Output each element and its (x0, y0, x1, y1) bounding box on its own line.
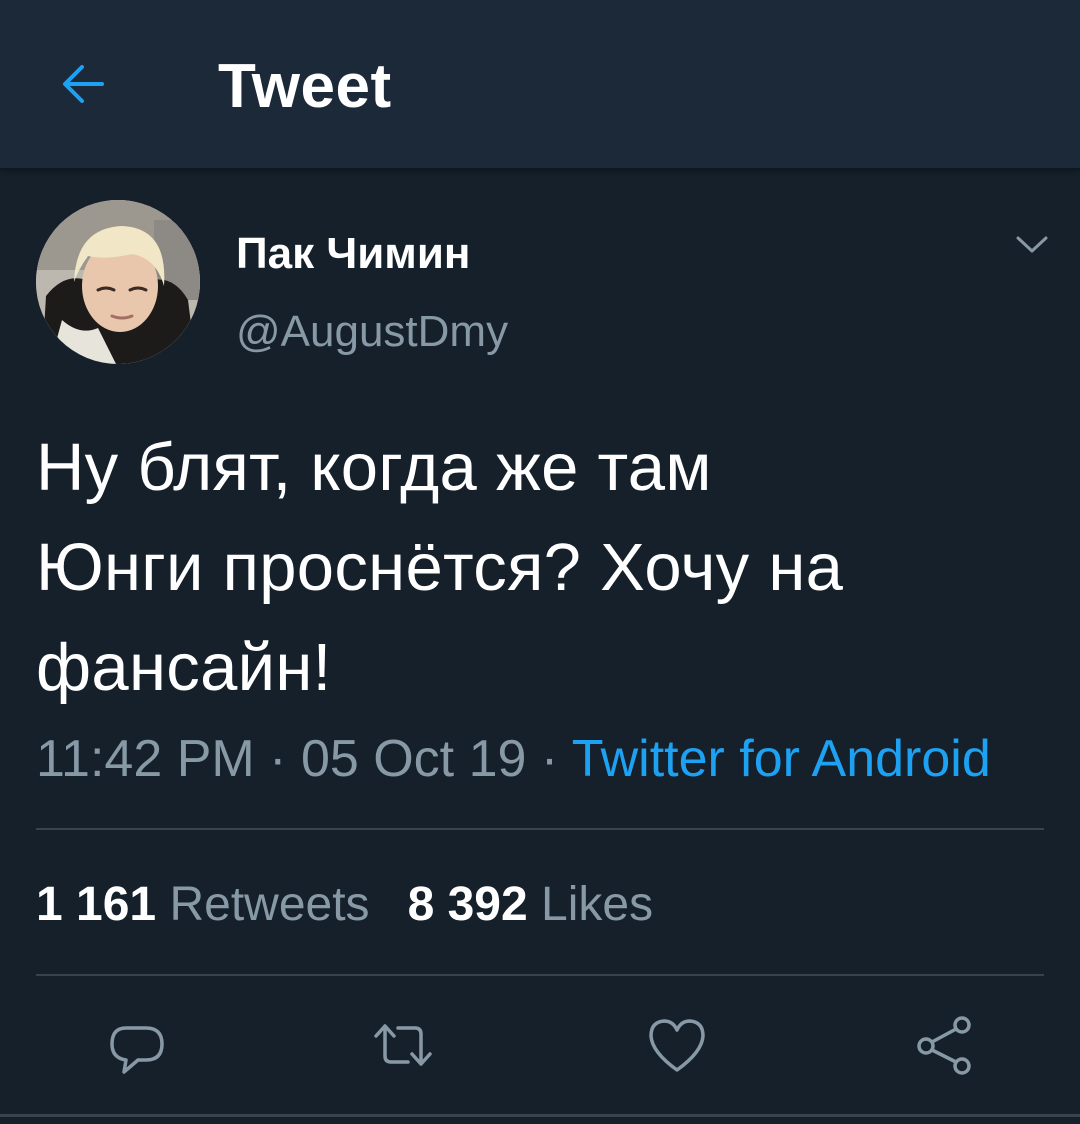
chevron-down-icon (1016, 236, 1048, 253)
divider (36, 974, 1044, 976)
author-display-name[interactable]: Пак Чимин (236, 228, 470, 280)
share-icon (917, 1016, 971, 1075)
retweet-icon (374, 1024, 432, 1066)
arrow-left-icon (63, 65, 104, 103)
likes-label: Likes (541, 878, 654, 931)
retweet-button[interactable] (370, 1012, 436, 1078)
tweet-text-line: Юнги проснётся? Хочу на (36, 530, 844, 605)
avatar[interactable] (36, 200, 200, 364)
retweets-count: 1 161 (36, 878, 157, 931)
bottom-divider (0, 1114, 1080, 1117)
reply-icon (110, 1026, 164, 1074)
likes-stat[interactable]: 8 392 Likes (408, 878, 654, 931)
reply-button[interactable] (104, 1012, 170, 1078)
tweet-menu-button[interactable] (1012, 230, 1052, 260)
author-handle[interactable]: @AugustDmy (236, 306, 508, 358)
meta-separator: · (254, 730, 301, 788)
tweet-text-line: фансайн! (36, 630, 332, 705)
like-button[interactable] (644, 1012, 710, 1078)
meta-separator: · (526, 730, 572, 788)
like-heart-icon (649, 1019, 705, 1072)
retweets-label: Retweets (169, 878, 370, 931)
retweets-stat[interactable]: 1 161 Retweets (36, 878, 370, 931)
tweet-stats: 1 161 Retweets 8 392 Likes (36, 876, 653, 934)
share-button[interactable] (912, 1012, 978, 1078)
top-bar: Tweet (0, 0, 1080, 168)
tweet-source-link[interactable]: Twitter for Android (572, 730, 991, 788)
tweet-text-line: Ну блят, когда же там (36, 430, 712, 505)
tweet-text: Ну блят, когда же там Юнги проснётся? Хо… (36, 418, 1046, 718)
tweet-time: 11:42 PM (36, 730, 255, 788)
divider (36, 828, 1044, 830)
back-button[interactable] (52, 56, 116, 112)
tweet-metadata: 11:42 PM · 05 Oct 19 · Twitter for Andro… (36, 728, 991, 790)
tweet-date: 05 Oct 19 (300, 730, 527, 788)
page-title: Tweet (218, 52, 392, 121)
profile-photo (36, 200, 200, 364)
likes-count: 8 392 (407, 878, 528, 931)
